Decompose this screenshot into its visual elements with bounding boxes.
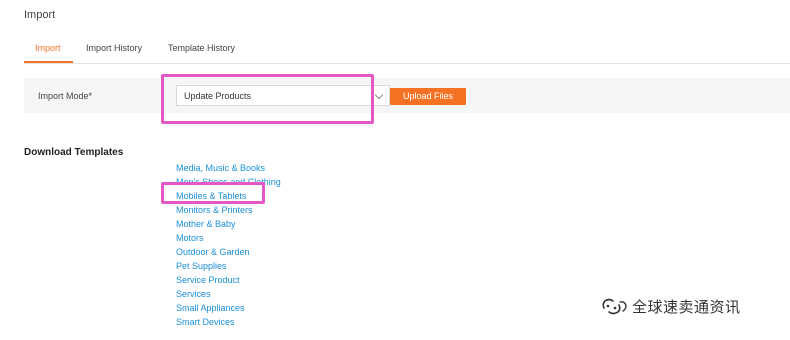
active-tab-underline <box>24 61 73 63</box>
template-link-monitors-printers[interactable]: Monitors & Printers <box>176 203 281 217</box>
import-tabs: Import Import History Template History <box>24 34 790 64</box>
tab-template-history[interactable]: Template History <box>168 43 235 53</box>
watermark: 全球速卖通资讯 <box>600 293 741 319</box>
chevron-down-icon <box>374 90 384 100</box>
template-link-outdoor-garden[interactable]: Outdoor & Garden <box>176 245 281 259</box>
template-link-media-music-books[interactable]: Media, Music & Books <box>176 161 281 175</box>
tab-import-history[interactable]: Import History <box>86 43 142 53</box>
template-link-mother-baby[interactable]: Mother & Baby <box>176 217 281 231</box>
template-link-services[interactable]: Services <box>176 287 281 301</box>
import-mode-label: Import Mode* <box>38 91 93 101</box>
upload-files-button[interactable]: Upload Files <box>390 88 466 105</box>
template-link-pet-supplies[interactable]: Pet Supplies <box>176 259 281 273</box>
import-mode-highlight-box <box>161 74 374 124</box>
watermark-text: 全球速卖通资讯 <box>632 298 741 316</box>
mobiles-tablets-highlight-box <box>161 182 265 204</box>
tab-import[interactable]: Import <box>35 43 61 53</box>
download-templates-title: Download Templates <box>24 147 124 158</box>
template-link-service-product[interactable]: Service Product <box>176 273 281 287</box>
template-link-smart-devices[interactable]: Smart Devices <box>176 315 281 329</box>
template-link-motors[interactable]: Motors <box>176 231 281 245</box>
page-title: Import <box>24 9 56 21</box>
wechat-icon <box>602 298 627 315</box>
template-link-small-appliances[interactable]: Small Appliances <box>176 301 281 315</box>
